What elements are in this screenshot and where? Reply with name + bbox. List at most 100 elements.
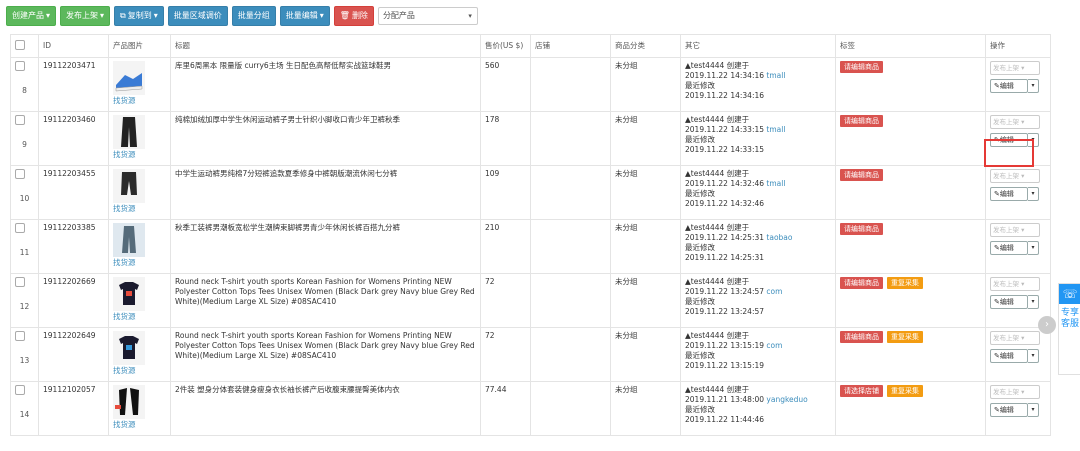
product-thumbnail[interactable] (113, 385, 166, 419)
row-checkbox[interactable] (15, 331, 25, 341)
modified-label: 最近修改 (685, 135, 715, 144)
product-shop (530, 219, 611, 274)
product-actions: 发布上架 ▾ ✎编辑 ▾ (985, 57, 1051, 112)
platform-link[interactable]: tmall (766, 179, 785, 188)
select-all-checkbox[interactable] (10, 34, 39, 58)
find-source-link[interactable]: 找货源 (113, 420, 166, 430)
platform-link[interactable]: com (766, 341, 782, 350)
modified-label: 最近修改 (685, 351, 715, 360)
row-checkbox[interactable] (15, 223, 25, 233)
edit-button[interactable]: ✎编辑 (990, 403, 1028, 417)
publish-row-button[interactable]: 发布上架 ▾ (990, 61, 1040, 75)
find-source-link[interactable]: 找货源 (113, 150, 166, 160)
row-select-cell: 12 (10, 273, 39, 328)
product-thumbnail[interactable] (113, 223, 166, 257)
row-checkbox[interactable] (15, 115, 25, 125)
product-shop (530, 273, 611, 328)
row-select-cell: 8 (10, 57, 39, 112)
platform-link[interactable]: yangkeduo (766, 395, 807, 404)
publish-row-button[interactable]: 发布上架 ▾ (990, 331, 1040, 345)
platform-link[interactable]: tmall (766, 125, 785, 134)
product-price: 72 (480, 273, 531, 328)
product-meta: ▲test4444 创建于 2019.11.22 14:34:16 tmall … (680, 57, 836, 112)
table-row: 11 19112203385 找货源 秋季工装裤男潮板宽松学生潮牌束脚裤男青少年… (10, 219, 1051, 274)
product-category: 未分组 (610, 111, 681, 166)
row-number: 13 (19, 356, 30, 365)
product-title: 中学生运动裤男纯棉7分短裤追款夏季修身中裤朝版潮流休闲七分裤 (170, 165, 481, 220)
batch-edit-button[interactable]: 批量编辑 ▾ (279, 6, 330, 26)
edit-dropdown-button[interactable]: ▾ (1028, 403, 1039, 417)
edit-dropdown-button[interactable]: ▾ (1028, 241, 1039, 255)
edit-dropdown-button[interactable]: ▾ (1028, 295, 1039, 309)
product-thumbnail[interactable] (113, 169, 166, 203)
publish-row-button[interactable]: 发布上架 ▾ (990, 223, 1040, 237)
row-checkbox[interactable] (15, 61, 25, 71)
row-select-cell: 14 (10, 381, 39, 436)
product-id: 19112102057 (38, 381, 109, 436)
product-image-cell: 找货源 (108, 327, 171, 382)
tag-badge: 重复采集 (887, 331, 923, 343)
row-number: 9 (22, 140, 27, 149)
tag-badge: 请编辑商品 (840, 277, 883, 289)
product-title: 2件装 塑身分体套装健身瘦身衣长袖长裤产后收腹束腰提臀美体内衣 (170, 381, 481, 436)
publish-row-button[interactable]: 发布上架 ▾ (990, 277, 1040, 291)
customer-service-widget[interactable]: ☏ 专享客服 (1058, 283, 1080, 375)
row-checkbox[interactable] (15, 277, 25, 287)
created-time: 2019.11.22 13:24:57 (685, 287, 765, 296)
copy-to-button[interactable]: ⧉ 复制到 ▾ (114, 6, 164, 26)
find-source-link[interactable]: 找货源 (113, 258, 166, 268)
tag-badge: 请编辑商品 (840, 169, 883, 181)
modified-time: 2019.11.22 14:32:46 (685, 199, 765, 208)
col-title: 标题 (170, 34, 481, 58)
product-id: 19112203385 (38, 219, 109, 274)
publish-row-button[interactable]: 发布上架 ▾ (990, 115, 1040, 129)
modified-time: 2019.11.22 14:33:15 (685, 145, 765, 154)
col-shop: 店铺 (530, 34, 611, 58)
platform-link[interactable]: com (766, 287, 782, 296)
find-source-link[interactable]: 找货源 (113, 366, 166, 376)
publish-button[interactable]: 发布上架 ▾ (60, 6, 111, 26)
product-id: 19112202669 (38, 273, 109, 328)
row-checkbox[interactable] (15, 169, 25, 179)
copy-icon: ⧉ (120, 11, 126, 20)
product-category: 未分组 (610, 165, 681, 220)
scroll-top-icon[interactable]: › (1038, 316, 1056, 334)
product-id: 19112203460 (38, 111, 109, 166)
creator-label: test4444 创建于 (690, 385, 750, 394)
row-select-cell: 9 (10, 111, 39, 166)
publish-row-button[interactable]: 发布上架 ▾ (990, 169, 1040, 183)
delete-button[interactable]: 🗑 删除 (333, 6, 374, 26)
product-thumbnail[interactable] (113, 277, 166, 311)
row-select-cell: 13 (10, 327, 39, 382)
platform-link[interactable]: tmall (766, 71, 785, 80)
modified-time: 2019.11.22 13:15:19 (685, 361, 765, 370)
creator-label: test4444 创建于 (690, 115, 750, 124)
publish-row-button[interactable]: 发布上架 ▾ (990, 385, 1040, 399)
row-checkbox[interactable] (15, 385, 25, 395)
create-product-button[interactable]: 创建产品 ▾ (6, 6, 57, 26)
region-price-button[interactable]: 批量区域调价 (167, 6, 228, 26)
edit-button[interactable]: ✎编辑 (990, 79, 1028, 93)
edit-dropdown-button[interactable]: ▾ (1028, 349, 1039, 363)
edit-button[interactable]: ✎编辑 (990, 349, 1028, 363)
product-meta: ▲test4444 创建于 2019.11.22 14:25:31 taobao… (680, 219, 836, 274)
batch-group-button[interactable]: 批量分组 (231, 6, 276, 26)
product-category: 未分组 (610, 57, 681, 112)
edit-button[interactable]: ✎编辑 (990, 241, 1028, 255)
col-category: 商品分类 (610, 34, 681, 58)
product-thumbnail[interactable] (113, 331, 166, 365)
edit-dropdown-button[interactable]: ▾ (1028, 187, 1039, 201)
find-source-link[interactable]: 找货源 (113, 96, 166, 106)
group-select[interactable]: 分配产品 ▾ (377, 7, 478, 25)
find-source-link[interactable]: 找货源 (113, 204, 166, 214)
edit-button[interactable]: ✎编辑 (990, 295, 1028, 309)
product-shop (530, 111, 611, 166)
product-thumbnail[interactable] (113, 61, 166, 95)
find-source-link[interactable]: 找货源 (113, 312, 166, 322)
edit-dropdown-button[interactable]: ▾ (1028, 79, 1039, 93)
platform-link[interactable]: taobao (766, 233, 792, 242)
product-price: 77.44 (480, 381, 531, 436)
product-thumbnail[interactable] (113, 115, 166, 149)
edit-button[interactable]: ✎编辑 (990, 187, 1028, 201)
col-image: 产品图片 (108, 34, 171, 58)
